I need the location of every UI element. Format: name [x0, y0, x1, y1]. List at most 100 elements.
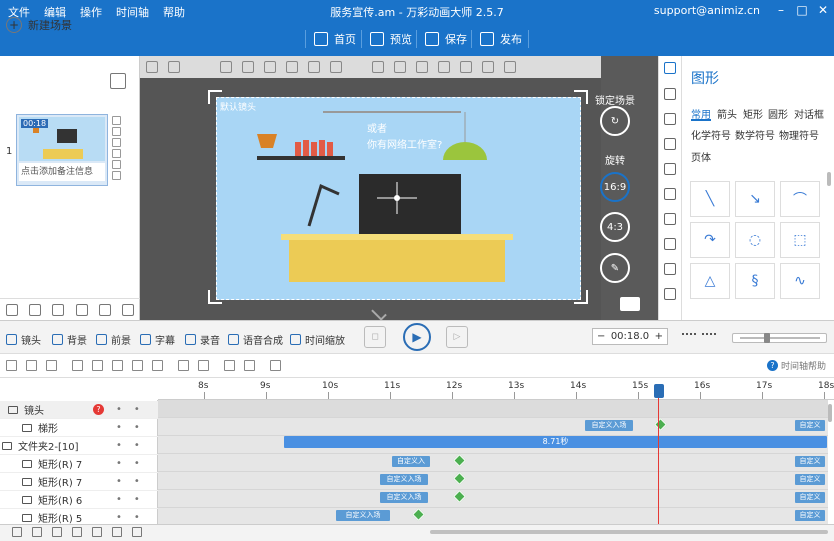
next-frame-button[interactable]: ▷ — [446, 326, 468, 348]
ratio-16-9-button[interactable]: 16:9 — [600, 172, 630, 202]
filter-icon[interactable] — [26, 360, 37, 371]
align-left-icon[interactable] — [72, 360, 83, 371]
animation-tag[interactable]: 自定义入场 — [380, 492, 428, 503]
more-options-icon[interactable] — [168, 61, 180, 73]
delete-scene-icon[interactable] — [112, 116, 121, 125]
shape-line[interactable]: ╲ — [690, 181, 730, 217]
align-center-icon[interactable] — [112, 360, 123, 371]
track-scrollbar[interactable] — [828, 404, 832, 422]
publish-button[interactable]: 发布 — [474, 26, 528, 52]
help-icon[interactable]: ? — [93, 404, 104, 415]
move-down-icon[interactable] — [98, 303, 111, 316]
import-icon[interactable] — [5, 303, 18, 316]
lock-icon[interactable] — [112, 527, 122, 537]
eye-icon[interactable] — [132, 527, 142, 537]
prev-frame-button[interactable]: ◻ — [364, 326, 386, 348]
rotate-button[interactable]: ↻ — [600, 106, 630, 136]
shape-curve-arrow[interactable]: ↷ — [690, 222, 730, 258]
visibility-lock-toggles[interactable]: •• — [116, 512, 152, 523]
animation-tag[interactable]: 自定义入场 — [336, 510, 390, 521]
select-icon[interactable] — [46, 360, 57, 371]
music-icon[interactable] — [664, 263, 676, 275]
align-top-icon[interactable] — [286, 61, 298, 73]
home-button[interactable]: 首页 — [308, 26, 362, 52]
undo-icon[interactable] — [482, 61, 494, 73]
paste-scene-icon[interactable] — [112, 138, 121, 147]
animation-tag[interactable]: 自定义 — [795, 420, 825, 431]
category-dialog[interactable]: 对话框 — [794, 106, 824, 121]
zoom-out-icon[interactable] — [394, 61, 406, 73]
copy-scene-icon[interactable] — [112, 127, 121, 136]
star-icon[interactable] — [52, 303, 65, 316]
shape-square[interactable]: ⬚ — [780, 222, 820, 258]
close-icon[interactable]: ✕ — [816, 3, 830, 17]
stage[interactable]: 或者 你有网络工作室? — [216, 97, 581, 300]
scene-settings-icon[interactable] — [112, 160, 121, 169]
save-button[interactable]: 保存 — [419, 26, 473, 52]
transition-icon[interactable] — [112, 149, 121, 158]
move-up-icon[interactable] — [75, 303, 88, 316]
scene-thumbnail[interactable]: 00:18 点击添加备注信息 — [16, 114, 108, 186]
category-rect[interactable]: 矩形 — [743, 106, 763, 121]
category-other[interactable]: 页体 — [691, 149, 711, 164]
align-center-icon[interactable] — [242, 61, 254, 73]
category-arrow[interactable]: 箭头 — [717, 106, 737, 121]
scene-list-menu-icon[interactable] — [110, 73, 126, 89]
image-icon[interactable] — [664, 88, 676, 100]
time-decrement[interactable]: − — [597, 331, 605, 342]
background-tool[interactable]: 背景 — [52, 332, 87, 347]
zoom-fit-icon[interactable] — [702, 333, 716, 341]
visibility-lock-toggles[interactable]: •• — [116, 458, 152, 469]
shape-icon[interactable] — [664, 62, 676, 74]
maximize-icon[interactable]: □ — [795, 3, 809, 17]
track-row[interactable]: 文件夹2-[10] •• — [0, 437, 158, 455]
category-circle[interactable]: 圆形 — [768, 106, 788, 121]
animation-tag[interactable]: 自定义入场 — [380, 474, 428, 485]
track-row[interactable]: 矩形(R) 7 •• — [0, 455, 158, 473]
add-folder-icon[interactable] — [32, 527, 42, 537]
folder-duration-bar[interactable]: 8.71秒 — [284, 436, 827, 448]
shape-panel-scrollbar[interactable] — [827, 172, 831, 186]
visibility-lock-toggles[interactable]: •• — [116, 422, 152, 433]
record-tool[interactable]: 录音 — [185, 332, 220, 347]
character-icon[interactable] — [664, 138, 676, 150]
visibility-lock-toggles[interactable]: •• — [116, 440, 152, 451]
distribute-icon[interactable] — [152, 360, 163, 371]
ratio-4-3-button[interactable]: 4:3 — [600, 212, 630, 242]
track-row[interactable]: 矩形(R) 7 •• — [0, 473, 158, 491]
favorite-icon[interactable] — [112, 171, 121, 180]
zoom-in-icon[interactable] — [372, 61, 384, 73]
text-icon[interactable] — [664, 113, 676, 125]
redo-icon[interactable] — [504, 61, 516, 73]
effect-icon[interactable] — [664, 188, 676, 200]
subtitle-tool[interactable]: 字幕 — [140, 332, 175, 347]
align-right-icon[interactable] — [92, 360, 103, 371]
export-icon[interactable] — [28, 303, 41, 316]
support-email[interactable]: support@animiz.cn — [654, 4, 760, 17]
dialog-icon[interactable] — [664, 213, 676, 225]
time-input[interactable]: −00:18.0 + — [592, 328, 668, 345]
more-icon[interactable] — [122, 303, 135, 316]
tts-tool[interactable]: 语音合成 — [228, 332, 283, 347]
category-chemistry[interactable]: 化学符号 — [691, 127, 731, 142]
align-bottom-icon[interactable] — [330, 61, 342, 73]
trash-icon[interactable] — [92, 527, 102, 537]
shape-arrow-line[interactable]: ↘ — [735, 181, 775, 217]
shape-circle[interactable]: ◌ — [735, 222, 775, 258]
visibility-lock-toggles[interactable]: •• — [116, 494, 152, 505]
animation-tag[interactable]: 自定义 — [795, 492, 825, 503]
time-scale-tool[interactable]: 时间缩放 — [290, 332, 345, 347]
split-icon[interactable] — [178, 360, 189, 371]
paste-icon[interactable] — [460, 61, 472, 73]
shape-arc[interactable]: ⌒ — [780, 181, 820, 217]
distribute-icon[interactable] — [132, 360, 143, 371]
playhead-handle[interactable] — [654, 384, 664, 398]
delete-icon[interactable] — [270, 360, 281, 371]
stage-text-2[interactable]: 你有网络工作室? — [367, 136, 442, 151]
special-symbol-icon[interactable] — [664, 163, 676, 175]
screen-icon[interactable] — [620, 297, 640, 311]
play-button[interactable]: ▶ — [403, 323, 431, 351]
move-down-icon[interactable] — [52, 527, 62, 537]
copy-icon[interactable] — [438, 61, 450, 73]
time-increment[interactable]: + — [655, 331, 663, 342]
